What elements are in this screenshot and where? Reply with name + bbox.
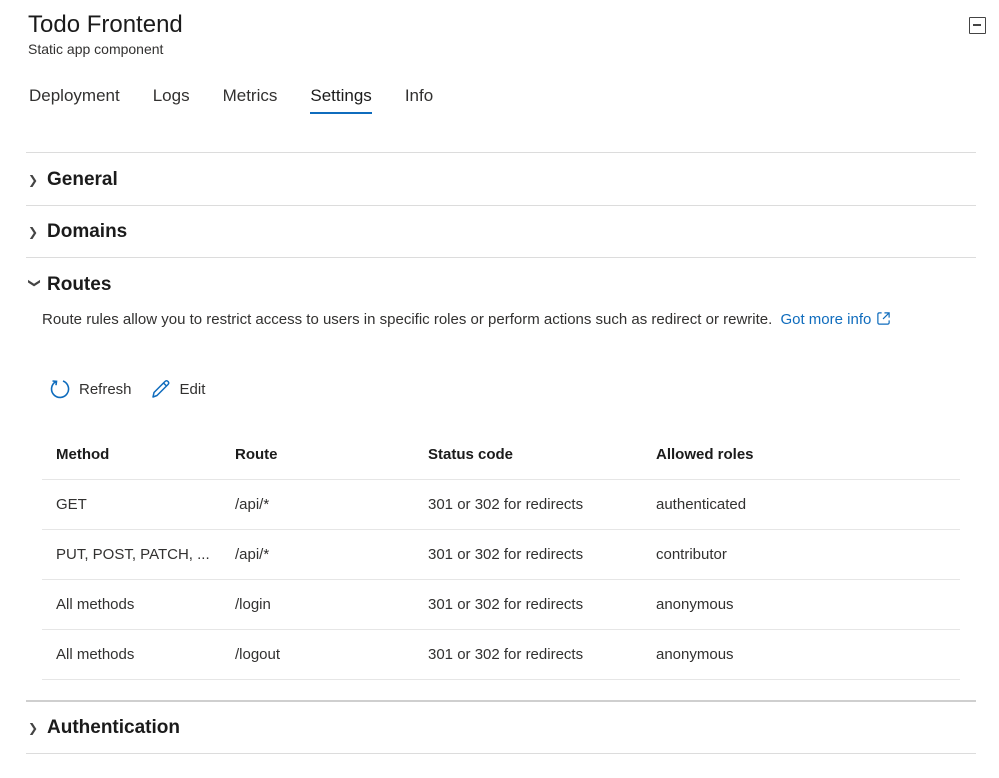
external-link-icon: [877, 312, 891, 325]
cell-status-code: 301 or 302 for redirects: [428, 546, 584, 563]
tab-settings[interactable]: Settings: [310, 86, 373, 114]
chevron-right-icon: ❯: [28, 721, 39, 735]
section-general-title: General: [47, 169, 118, 190]
section-domains-title: Domains: [47, 221, 128, 242]
refresh-icon: [50, 380, 70, 399]
cell-status-code: 301 or 302 for redirects: [428, 496, 584, 513]
routes-table: Method Route Status code Allowed roles G…: [42, 430, 960, 680]
routes-toolbar: Refresh Edit: [49, 378, 223, 400]
section-authentication-header[interactable]: ❯ Authentication: [28, 717, 180, 739]
tab-bar: Deployment Logs Metrics Settings Info: [29, 86, 466, 114]
table-row[interactable]: GET /api/* 301 or 302 for redirects auth…: [42, 480, 960, 530]
divider: [26, 700, 976, 702]
column-header-route: Route: [235, 446, 278, 463]
cell-method: All methods: [56, 596, 135, 613]
section-general-header[interactable]: ❯ General: [28, 169, 118, 191]
section-authentication-title: Authentication: [47, 717, 180, 738]
edit-button[interactable]: Edit: [150, 378, 206, 400]
edit-label: Edit: [179, 380, 206, 398]
cell-allowed-roles: anonymous: [656, 596, 734, 613]
table-row[interactable]: All methods /logout 301 or 302 for redir…: [42, 630, 960, 680]
chevron-right-icon: ❯: [28, 173, 39, 187]
cell-route: /logout: [235, 646, 281, 663]
cell-method: GET: [56, 496, 87, 513]
table-row[interactable]: PUT, POST, PATCH, ... /api/* 301 or 302 …: [42, 530, 960, 580]
cell-method: PUT, POST, PATCH, ...: [56, 546, 210, 563]
cell-status-code: 301 or 302 for redirects: [428, 646, 584, 663]
divider: [26, 152, 976, 153]
tab-logs[interactable]: Logs: [153, 86, 190, 114]
tab-info[interactable]: Info: [405, 86, 433, 114]
tab-deployment[interactable]: Deployment: [29, 86, 120, 114]
cell-allowed-roles: authenticated: [656, 496, 747, 513]
column-header-status-code: Status code: [428, 446, 514, 463]
refresh-button[interactable]: Refresh: [49, 378, 132, 400]
cell-route: /login: [235, 596, 271, 613]
divider: [26, 257, 976, 258]
pencil-icon: [151, 380, 170, 398]
section-routes-title: Routes: [47, 274, 112, 295]
page-title: Todo Frontend: [28, 11, 183, 38]
table-row[interactable]: All methods /login 301 or 302 for redire…: [42, 580, 960, 630]
got-more-info-link[interactable]: Got more info: [780, 311, 891, 328]
refresh-label: Refresh: [79, 380, 132, 398]
cell-status-code: 301 or 302 for redirects: [428, 596, 584, 613]
table-header-row: Method Route Status code Allowed roles: [42, 430, 960, 480]
divider: [26, 753, 976, 754]
chevron-right-icon: ❯: [28, 225, 39, 239]
cell-allowed-roles: contributor: [656, 546, 727, 563]
divider: [26, 205, 976, 206]
chevron-down-icon: ❯: [28, 278, 42, 289]
collapse-icon[interactable]: [969, 17, 986, 34]
section-domains-header[interactable]: ❯ Domains: [28, 221, 127, 243]
tab-metrics[interactable]: Metrics: [223, 86, 278, 114]
column-header-method: Method: [56, 446, 110, 463]
page-subtitle: Static app component: [28, 41, 164, 57]
routes-description: Route rules allow you to restrict access…: [42, 311, 891, 328]
cell-method: All methods: [56, 646, 135, 663]
cell-allowed-roles: anonymous: [656, 646, 734, 663]
cell-route: /api/*: [235, 546, 270, 563]
cell-route: /api/*: [235, 496, 270, 513]
column-header-allowed-roles: Allowed roles: [656, 446, 754, 463]
routes-description-text: Route rules allow you to restrict access…: [42, 311, 773, 328]
section-routes-header[interactable]: ❯ Routes: [28, 274, 111, 296]
page-header: Todo Frontend Static app component: [28, 10, 183, 57]
